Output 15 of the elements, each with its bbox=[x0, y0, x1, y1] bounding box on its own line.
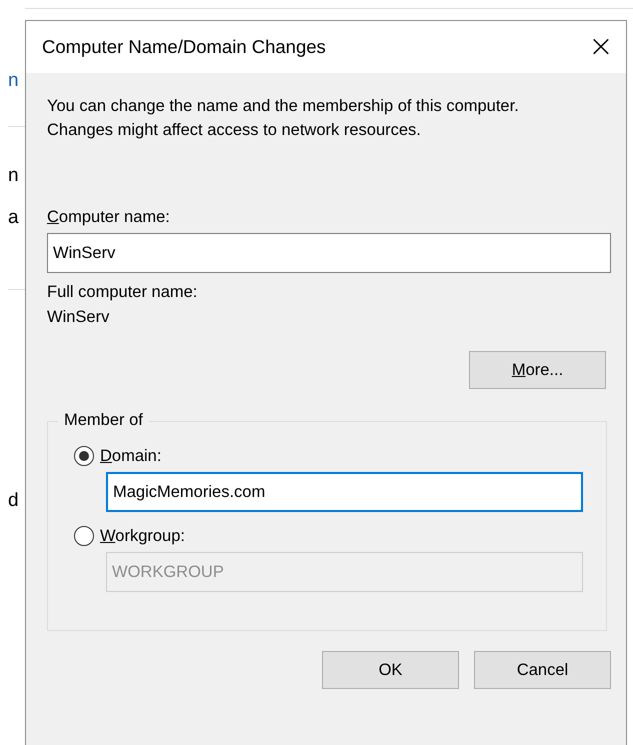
text-fragment: d bbox=[8, 490, 20, 512]
text-fragment: n bbox=[8, 165, 20, 187]
dialog-button[interactable]: Cancel bbox=[474, 651, 611, 689]
radio-label[interactable]: Domain: bbox=[100, 446, 162, 466]
window-title: Computer Name/Domain Changes bbox=[42, 36, 326, 58]
radio-button[interactable] bbox=[74, 446, 94, 466]
input-field[interactable]: WinServ bbox=[47, 233, 611, 273]
close-button[interactable]: × bbox=[578, 24, 624, 70]
field-label: Full computer name: bbox=[47, 283, 198, 302]
input-field[interactable]: MagicMemories.com bbox=[106, 472, 583, 512]
field-label: Computer name: bbox=[47, 208, 171, 227]
value-text: WinServ bbox=[47, 308, 110, 327]
dialog-button[interactable]: OK bbox=[322, 651, 459, 689]
description-text: You can change the name and the membership of this computer. Changes might affect access to network resources. bbox=[47, 96, 520, 141]
more-button[interactable]: More... bbox=[469, 351, 606, 389]
